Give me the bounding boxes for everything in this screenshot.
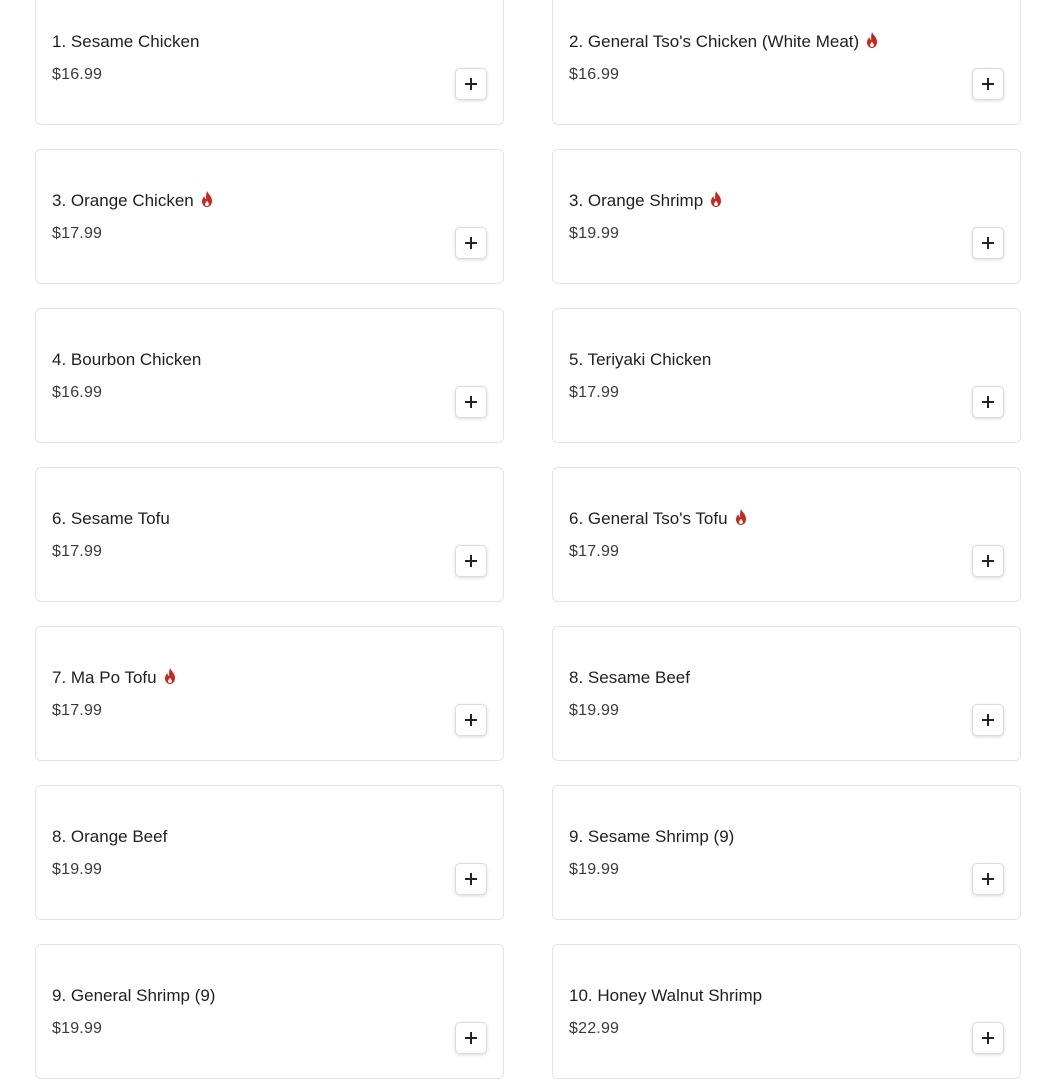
item-title: 6. Sesame Tofu bbox=[52, 509, 170, 528]
menu-item-card[interactable]: 3. Orange Shrimp $19.99 bbox=[552, 149, 1021, 284]
item-price: $17.99 bbox=[569, 543, 620, 560]
plus-icon bbox=[982, 714, 994, 726]
add-item-button[interactable] bbox=[455, 863, 487, 895]
plus-icon bbox=[982, 237, 994, 249]
item-title-row: 6. Sesame Tofu bbox=[52, 508, 170, 530]
add-item-button[interactable] bbox=[455, 545, 487, 577]
item-price: $17.99 bbox=[569, 384, 620, 401]
menu-item-card[interactable]: 8. Sesame Beef $19.99 bbox=[552, 626, 1021, 761]
item-price: $16.99 bbox=[569, 66, 620, 83]
plus-icon bbox=[465, 1032, 477, 1044]
add-item-button[interactable] bbox=[972, 863, 1004, 895]
item-title-row: 5. Teriyaki Chicken bbox=[569, 349, 711, 371]
item-title: 3. Orange Shrimp bbox=[569, 191, 704, 210]
menu-item-card[interactable]: 7. Ma Po Tofu $17.99 bbox=[35, 626, 504, 761]
item-title-row: 8. Sesame Beef bbox=[569, 667, 690, 689]
add-item-button[interactable] bbox=[972, 545, 1004, 577]
flame-icon bbox=[735, 509, 746, 525]
plus-icon bbox=[465, 237, 477, 249]
item-title: 6. General Tso's Tofu bbox=[569, 509, 728, 528]
flame-icon bbox=[164, 668, 175, 684]
menu-item-card[interactable]: 5. Teriyaki Chicken $17.99 bbox=[552, 308, 1021, 443]
flame-icon bbox=[201, 191, 212, 207]
item-title: 8. Sesame Beef bbox=[569, 668, 690, 687]
menu-item-card[interactable]: 9. Sesame Shrimp (9) $19.99 bbox=[552, 785, 1021, 920]
add-item-button[interactable] bbox=[455, 1022, 487, 1054]
add-item-button[interactable] bbox=[972, 68, 1004, 100]
add-item-button[interactable] bbox=[972, 1022, 1004, 1054]
add-item-button[interactable] bbox=[972, 227, 1004, 259]
item-price: $16.99 bbox=[52, 66, 103, 83]
plus-icon bbox=[465, 78, 477, 90]
item-title-row: 3. Orange Shrimp bbox=[569, 190, 723, 212]
item-title: 1. Sesame Chicken bbox=[52, 32, 200, 51]
item-price: $17.99 bbox=[52, 225, 103, 242]
item-title-row: 1. Sesame Chicken bbox=[52, 31, 199, 53]
item-price: $17.99 bbox=[52, 543, 103, 560]
item-title: 10. Honey Walnut Shrimp bbox=[569, 986, 763, 1005]
item-price: $19.99 bbox=[52, 861, 103, 878]
menu-item-card[interactable]: 2. General Tso's Chicken (White Meat) $1… bbox=[552, 0, 1021, 125]
item-price: $19.99 bbox=[52, 1020, 103, 1037]
item-price: $19.99 bbox=[569, 225, 620, 242]
menu-item-card[interactable]: 8. Orange Beef $19.99 bbox=[35, 785, 504, 920]
add-item-button[interactable] bbox=[972, 704, 1004, 736]
menu-item-card[interactable]: 1. Sesame Chicken $16.99 bbox=[35, 0, 504, 125]
plus-icon bbox=[465, 714, 477, 726]
item-title: 3. Orange Chicken bbox=[52, 191, 194, 210]
plus-icon bbox=[982, 396, 994, 408]
item-title-row: 10. Honey Walnut Shrimp bbox=[569, 985, 762, 1007]
menu-item-card[interactable]: 10. Honey Walnut Shrimp $22.99 bbox=[552, 944, 1021, 1079]
item-title: 2. General Tso's Chicken (White Meat) bbox=[569, 32, 860, 51]
item-title-row: 2. General Tso's Chicken (White Meat) bbox=[569, 31, 879, 53]
item-title: 5. Teriyaki Chicken bbox=[569, 350, 712, 369]
item-title: 8. Orange Beef bbox=[52, 827, 168, 846]
menu-item-card[interactable]: 6. General Tso's Tofu $17.99 bbox=[552, 467, 1021, 602]
menu-grid: 1. Sesame Chicken $16.99 2. General Tso'… bbox=[35, 0, 1021, 1079]
item-title: 9. General Shrimp (9) bbox=[52, 986, 216, 1005]
menu-item-card[interactable]: 9. General Shrimp (9) $19.99 bbox=[35, 944, 504, 1079]
item-price: $16.99 bbox=[52, 384, 103, 401]
flame-icon bbox=[711, 191, 722, 207]
plus-icon bbox=[465, 555, 477, 567]
menu-item-card[interactable]: 4. Bourbon Chicken $16.99 bbox=[35, 308, 504, 443]
item-title-row: 4. Bourbon Chicken bbox=[52, 349, 201, 371]
add-item-button[interactable] bbox=[455, 386, 487, 418]
item-price: $17.99 bbox=[52, 702, 103, 719]
item-title-row: 9. Sesame Shrimp (9) bbox=[569, 826, 734, 848]
item-title: 7. Ma Po Tofu bbox=[52, 668, 157, 687]
add-item-button[interactable] bbox=[972, 386, 1004, 418]
plus-icon bbox=[465, 873, 477, 885]
item-price: $22.99 bbox=[569, 1020, 620, 1037]
item-title: 4. Bourbon Chicken bbox=[52, 350, 202, 369]
flame-icon bbox=[867, 32, 878, 48]
plus-icon bbox=[982, 1032, 994, 1044]
item-price: $19.99 bbox=[569, 861, 620, 878]
plus-icon bbox=[982, 78, 994, 90]
add-item-button[interactable] bbox=[455, 227, 487, 259]
item-title-row: 9. General Shrimp (9) bbox=[52, 985, 215, 1007]
plus-icon bbox=[465, 396, 477, 408]
item-title-row: 3. Orange Chicken bbox=[52, 190, 214, 212]
item-title-row: 7. Ma Po Tofu bbox=[52, 667, 177, 689]
item-title-row: 8. Orange Beef bbox=[52, 826, 167, 848]
item-price: $19.99 bbox=[569, 702, 620, 719]
add-item-button[interactable] bbox=[455, 704, 487, 736]
add-item-button[interactable] bbox=[455, 68, 487, 100]
plus-icon bbox=[982, 555, 994, 567]
menu-item-card[interactable]: 6. Sesame Tofu $17.99 bbox=[35, 467, 504, 602]
item-title-row: 6. General Tso's Tofu bbox=[569, 508, 748, 530]
menu-item-card[interactable]: 3. Orange Chicken $17.99 bbox=[35, 149, 504, 284]
plus-icon bbox=[982, 873, 994, 885]
item-title: 9. Sesame Shrimp (9) bbox=[569, 827, 735, 846]
